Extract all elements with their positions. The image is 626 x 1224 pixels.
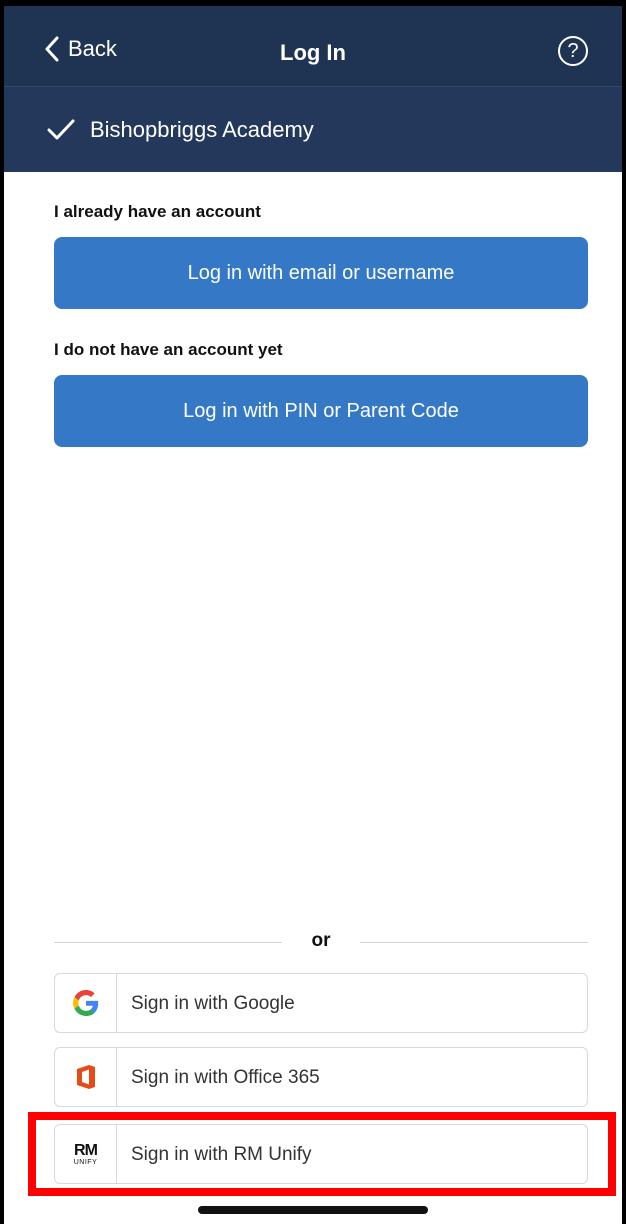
rm-unify-label: Sign in with RM Unify — [131, 1144, 312, 1165]
rm-unify-icon: RM UNIFY — [55, 1125, 117, 1183]
school-name: Bishopbriggs Academy — [90, 117, 314, 142]
home-indicator — [198, 1206, 428, 1214]
sign-in-office365-button[interactable]: Sign in with Office 365 — [54, 1047, 588, 1107]
existing-account-label: I already have an account — [54, 202, 261, 221]
office365-icon — [55, 1048, 117, 1106]
google-label: Sign in with Google — [131, 993, 295, 1014]
page-title: Log In — [280, 40, 346, 65]
new-account-label: I do not have an account yet — [54, 340, 283, 359]
sign-in-google-button[interactable]: Sign in with Google — [54, 973, 588, 1033]
sign-in-rm-unify-button[interactable]: RM UNIFY Sign in with RM Unify — [54, 1124, 588, 1184]
screenshot-frame — [0, 0, 626, 1224]
divider-line-right — [360, 942, 588, 943]
selected-school-bar[interactable]: Bishopbriggs Academy — [0, 86, 626, 172]
google-icon — [55, 974, 117, 1032]
help-icon[interactable]: ? — [558, 36, 588, 66]
login-pin-button[interactable]: Log in with PIN or Parent Code — [54, 375, 588, 447]
checkmark-icon — [47, 119, 75, 140]
rm-logo-subtext: UNIFY — [73, 1158, 98, 1166]
login-email-button[interactable]: Log in with email or username — [54, 237, 588, 309]
or-text: or — [311, 930, 331, 951]
office365-label: Sign in with Office 365 — [131, 1067, 320, 1088]
or-divider: or — [54, 930, 588, 954]
top-navbar: Back Log In ? — [0, 0, 626, 86]
rm-logo-text: RM — [74, 1141, 98, 1159]
